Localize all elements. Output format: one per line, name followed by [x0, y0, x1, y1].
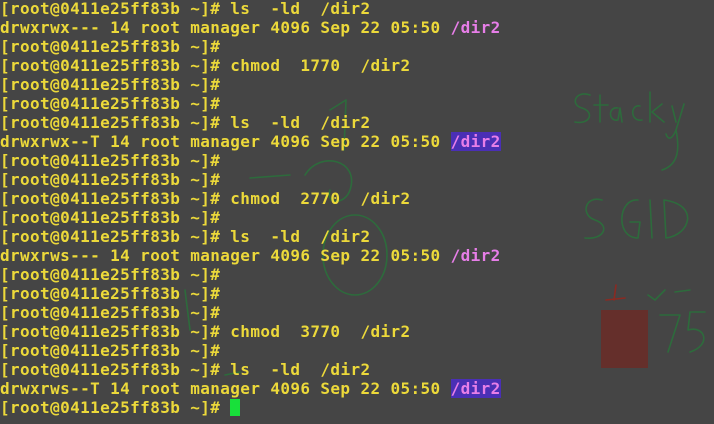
- shell-command: chmod 3770 /dir2: [230, 322, 411, 341]
- terminal-line: [root@0411e25ff83b ~]#: [0, 170, 714, 189]
- shell-prompt: [root@0411e25ff83b ~]#: [0, 37, 221, 56]
- shell-prompt: [root@0411e25ff83b ~]#: [0, 170, 221, 189]
- directory-name: /dir2: [450, 246, 501, 265]
- terminal-output[interactable]: [root@0411e25ff83b ~]# ls -ld /dir2 drwxr…: [0, 0, 714, 417]
- terminal-line: [root@0411e25ff83b ~]#: [0, 151, 714, 170]
- shell-prompt: [root@0411e25ff83b ~]#: [0, 227, 231, 246]
- terminal-line: [root@0411e25ff83b ~]# ls -ld /dir2: [0, 0, 714, 18]
- ls-output-line: drwxrws--T 14 root manager 4096 Sep 22 0…: [0, 379, 451, 398]
- terminal-line: [root@0411e25ff83b ~]#: [0, 37, 714, 56]
- terminal-line: [root@0411e25ff83b ~]# ls -ld /dir2: [0, 113, 714, 132]
- shell-command: ls -ld /dir2: [230, 0, 371, 18]
- shell-prompt: [root@0411e25ff83b ~]#: [0, 75, 221, 94]
- shell-command: ls -ld /dir2: [230, 360, 371, 379]
- terminal-line: [root@0411e25ff83b ~]#: [0, 341, 714, 360]
- terminal-line: drwxrws--T 14 root manager 4096 Sep 22 0…: [0, 379, 714, 398]
- shell-prompt: [root@0411e25ff83b ~]#: [0, 322, 231, 341]
- ls-output-line: drwxrwx--T 14 root manager 4096 Sep 22 0…: [0, 132, 451, 151]
- shell-prompt: [root@0411e25ff83b ~]#: [0, 284, 221, 303]
- terminal-line: [root@0411e25ff83b ~]#: [0, 303, 714, 322]
- terminal-line: [root@0411e25ff83b ~]# chmod 1770 /dir2: [0, 56, 714, 75]
- terminal-line: [root@0411e25ff83b ~]#: [0, 265, 714, 284]
- directory-name: /dir2: [450, 132, 501, 151]
- terminal-line: [root@0411e25ff83b ~]#: [0, 94, 714, 113]
- terminal-line: [root@0411e25ff83b ~]# ls -ld /dir2: [0, 360, 714, 379]
- shell-prompt: [root@0411e25ff83b ~]#: [0, 94, 221, 113]
- terminal-line: [root@0411e25ff83b ~]#: [0, 284, 714, 303]
- terminal-line: [root@0411e25ff83b ~]# chmod 2770 /dir2: [0, 189, 714, 208]
- shell-prompt: [root@0411e25ff83b ~]#: [0, 398, 231, 417]
- shell-prompt: [root@0411e25ff83b ~]#: [0, 113, 231, 132]
- shell-prompt: [root@0411e25ff83b ~]#: [0, 0, 231, 18]
- shell-prompt: [root@0411e25ff83b ~]#: [0, 341, 221, 360]
- shell-prompt: [root@0411e25ff83b ~]#: [0, 189, 231, 208]
- terminal-line: drwxrwx--T 14 root manager 4096 Sep 22 0…: [0, 132, 714, 151]
- ls-output-line: drwxrwx--- 14 root manager 4096 Sep 22 0…: [0, 18, 451, 37]
- terminal-line: [root@0411e25ff83b ~]#: [0, 75, 714, 94]
- terminal-line: [root@0411e25ff83b ~]#: [0, 398, 714, 417]
- shell-prompt: [root@0411e25ff83b ~]#: [0, 151, 221, 170]
- shell-command: chmod 1770 /dir2: [230, 56, 411, 75]
- shell-prompt: [root@0411e25ff83b ~]#: [0, 208, 221, 227]
- terminal-line: drwxrwx--- 14 root manager 4096 Sep 22 0…: [0, 18, 714, 37]
- terminal-line: [root@0411e25ff83b ~]# chmod 3770 /dir2: [0, 322, 714, 341]
- terminal-line: [root@0411e25ff83b ~]# ls -ld /dir2: [0, 227, 714, 246]
- directory-name: /dir2: [450, 379, 501, 398]
- shell-prompt: [root@0411e25ff83b ~]#: [0, 265, 221, 284]
- ls-output-line: drwxrws--- 14 root manager 4096 Sep 22 0…: [0, 246, 451, 265]
- directory-name: /dir2: [450, 18, 501, 37]
- terminal-line: [root@0411e25ff83b ~]#: [0, 208, 714, 227]
- shell-prompt: [root@0411e25ff83b ~]#: [0, 56, 231, 75]
- shell-command: chmod 2770 /dir2: [230, 189, 411, 208]
- shell-command: ls -ld /dir2: [230, 227, 371, 246]
- shell-prompt: [root@0411e25ff83b ~]#: [0, 303, 221, 322]
- terminal-line: drwxrws--- 14 root manager 4096 Sep 22 0…: [0, 246, 714, 265]
- terminal-cursor[interactable]: [230, 399, 241, 416]
- shell-prompt: [root@0411e25ff83b ~]#: [0, 360, 231, 379]
- shell-command: ls -ld /dir2: [230, 113, 371, 132]
